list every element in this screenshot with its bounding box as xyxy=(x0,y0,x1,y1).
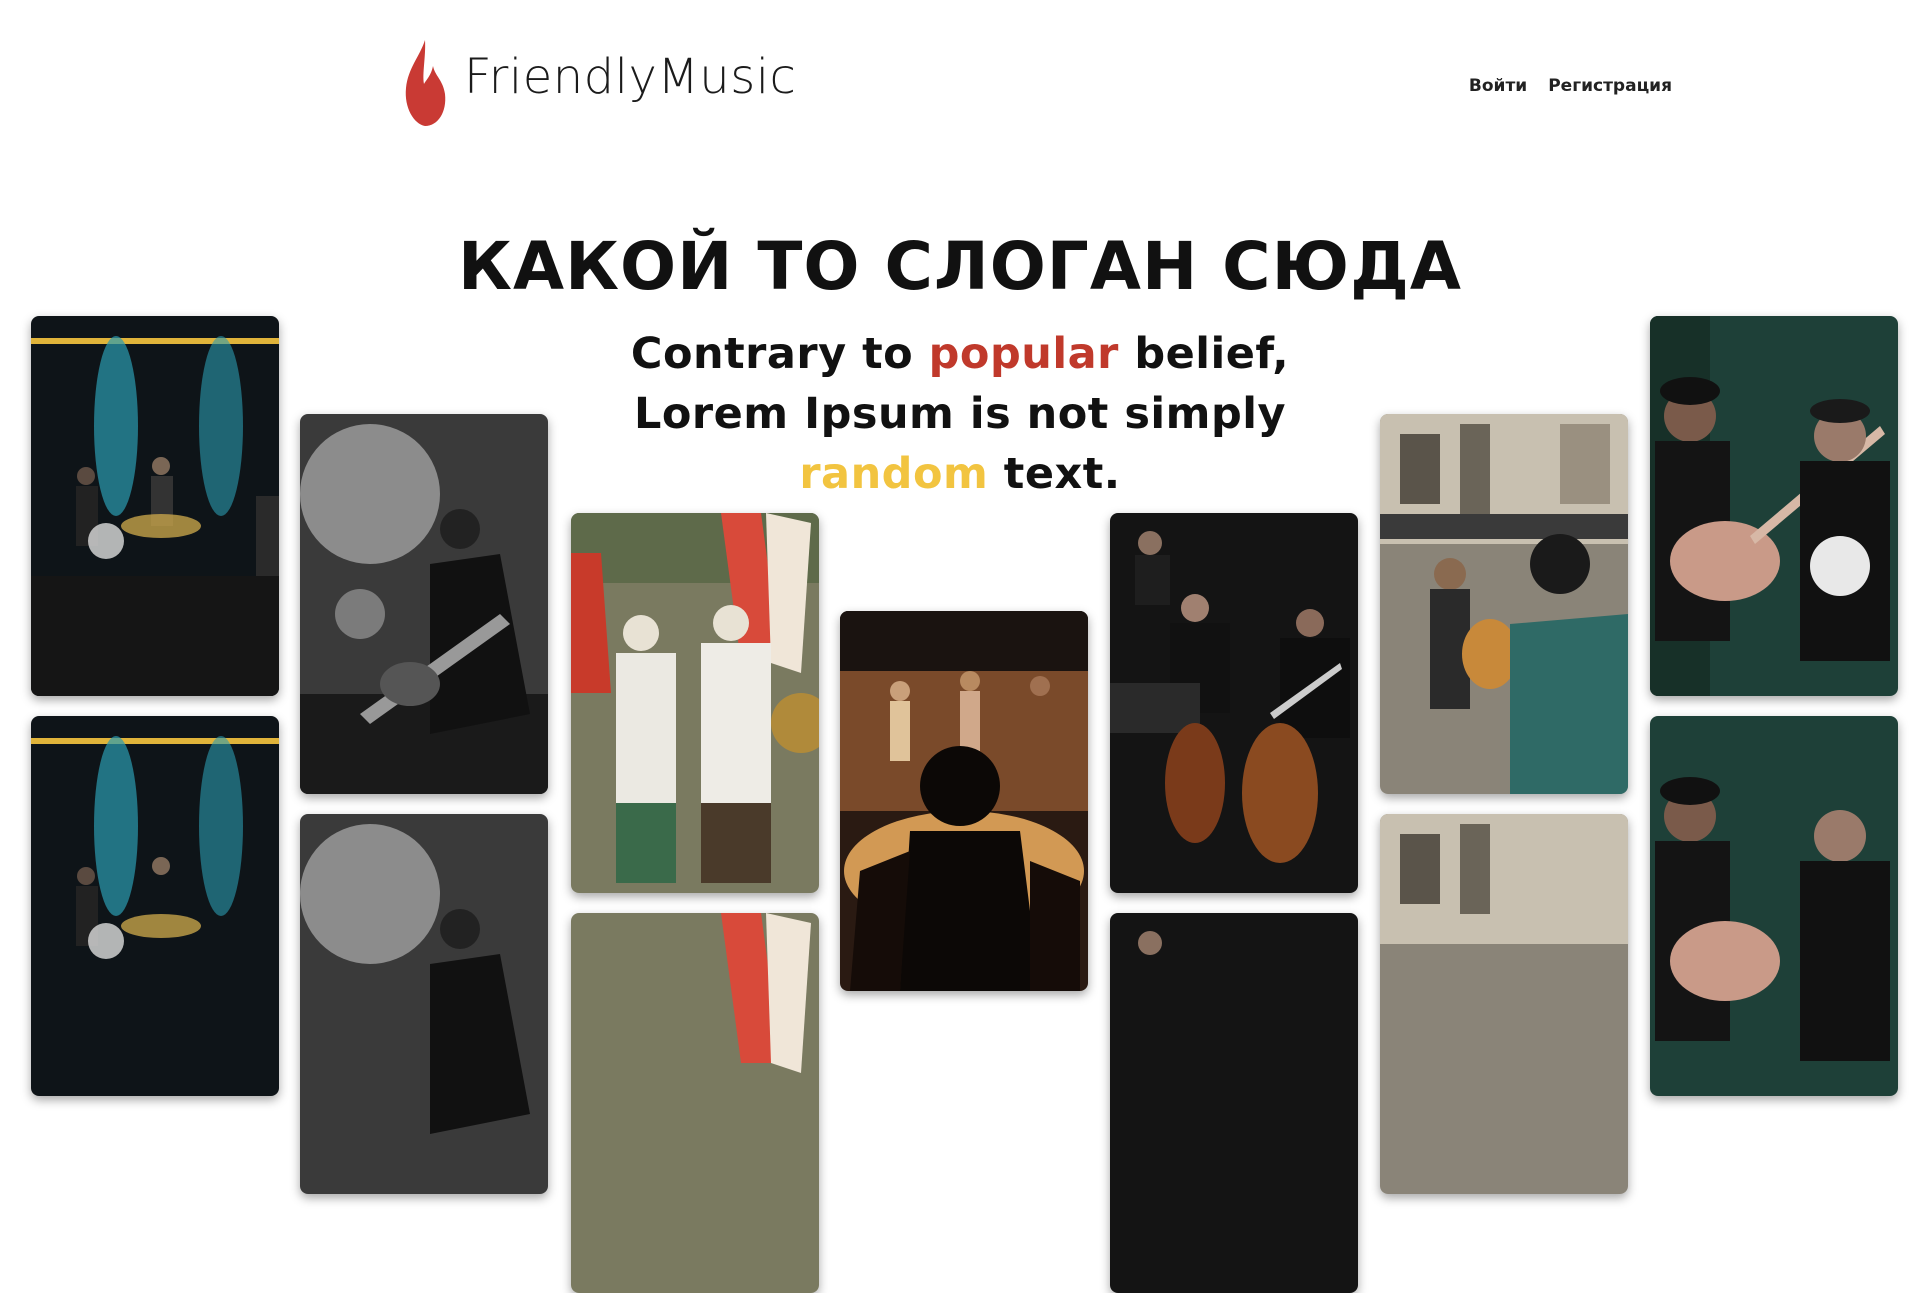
guitarist-bw-image xyxy=(300,814,548,1194)
register-link[interactable]: Регистрация xyxy=(1548,76,1672,96)
hero-subtitle: Contrary to popular belief, Lorem Ipsum … xyxy=(560,324,1360,504)
brand-name: FriendlyMusic xyxy=(464,49,797,105)
street-parade-image xyxy=(571,513,819,893)
hero-subtitle-part3: text. xyxy=(988,449,1121,499)
login-link[interactable]: Войти xyxy=(1469,76,1527,96)
gallery-photo-concert-band-2[interactable] xyxy=(31,716,279,1096)
acoustic-duo-image xyxy=(1650,316,1898,696)
orchestra-image xyxy=(1110,913,1358,1293)
gallery-photo-acoustic-duo-2[interactable] xyxy=(1650,716,1898,1096)
gallery-photo-acoustic-duo[interactable] xyxy=(1650,316,1898,696)
concert-band-image xyxy=(31,716,279,1096)
hero-subtitle-accent-red: popular xyxy=(928,329,1119,379)
gallery-photo-street-parade[interactable] xyxy=(571,513,819,893)
hero-subtitle-accent-yellow: random xyxy=(799,449,989,499)
guitarist-bw-image xyxy=(300,414,548,794)
gallery-photo-guitarist-bw[interactable] xyxy=(300,414,548,794)
theater-stage-image xyxy=(840,611,1088,991)
street-parade-image xyxy=(571,913,819,1293)
concert-band-image xyxy=(31,316,279,696)
hero-subtitle-part1: Contrary to xyxy=(630,329,929,379)
flame-icon xyxy=(405,40,446,126)
gallery-photo-orchestra[interactable] xyxy=(1110,513,1358,893)
street-musicians-image xyxy=(1380,414,1628,794)
orchestra-image xyxy=(1110,513,1358,893)
hero-title: КАКОЙ ТО СЛОГАН СЮДА xyxy=(458,228,1462,305)
gallery-photo-street-parade-2[interactable] xyxy=(571,913,819,1293)
gallery-photo-guitarist-bw-2[interactable] xyxy=(300,814,548,1194)
acoustic-duo-image xyxy=(1650,716,1898,1096)
brand-logo[interactable]: FriendlyMusic xyxy=(400,38,796,128)
gallery-photo-street-musicians-2[interactable] xyxy=(1380,814,1628,1194)
gallery-photo-street-musicians[interactable] xyxy=(1380,414,1628,794)
gallery-photo-concert-band[interactable] xyxy=(31,316,279,696)
street-musicians-image xyxy=(1380,814,1628,1194)
top-nav: Войти Регистрация xyxy=(1469,76,1672,96)
gallery-photo-theater-stage[interactable] xyxy=(840,611,1088,991)
gallery-photo-orchestra-2[interactable] xyxy=(1110,913,1358,1293)
